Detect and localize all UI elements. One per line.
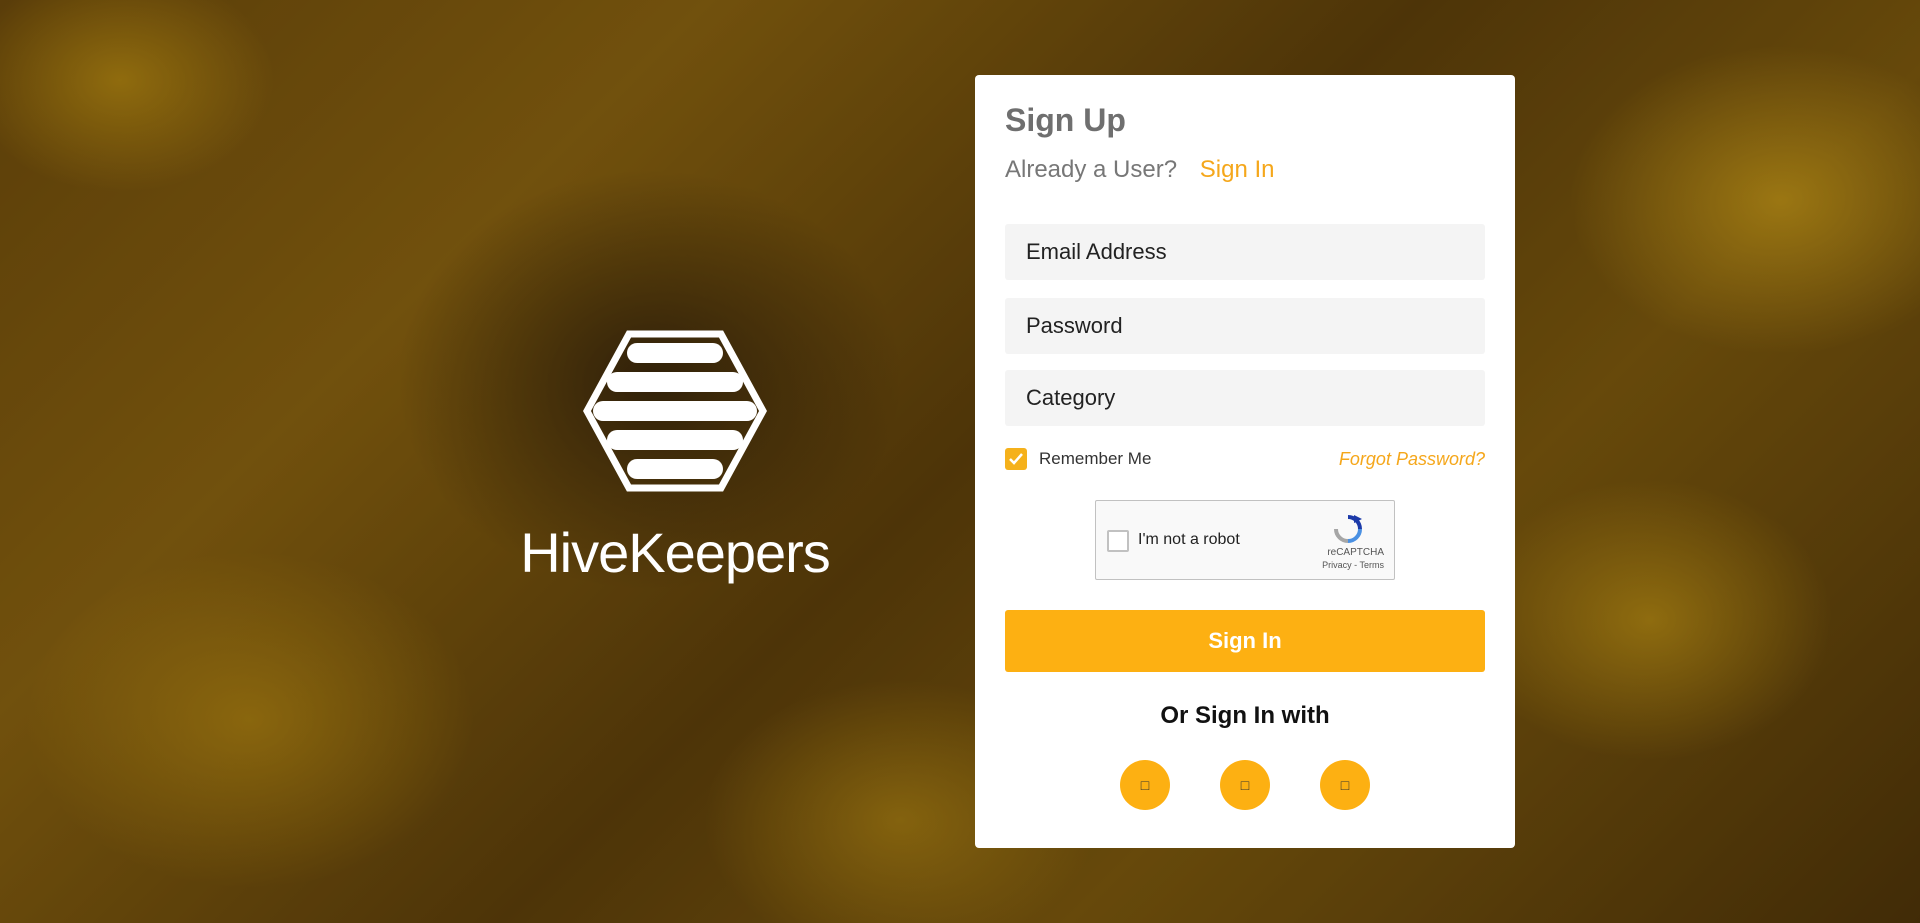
options-row: Remember Me Forgot Password?: [1005, 446, 1485, 472]
remember-label: Remember Me: [1039, 449, 1152, 469]
signup-card: Sign Up Already a User? Sign In Email Ad…: [975, 75, 1515, 848]
email-field[interactable]: Email Address: [1005, 224, 1485, 281]
remember-me[interactable]: Remember Me: [1005, 448, 1152, 471]
category-placeholder: Category: [1026, 385, 1116, 411]
social-icon-1: □: [1140, 777, 1150, 794]
check-icon: [1009, 453, 1023, 466]
social-login-button-1[interactable]: □: [1120, 760, 1170, 811]
remember-checkbox[interactable]: [1005, 448, 1027, 471]
recaptcha-icon: [1318, 513, 1378, 550]
signin-button[interactable]: Sign In: [1005, 610, 1485, 673]
already-user-row: Already a User? Sign In: [1005, 156, 1485, 184]
recaptcha-brand: reCAPTCHA: [1327, 547, 1384, 559]
social-login-button-2[interactable]: □: [1220, 760, 1270, 811]
social-login-button-3[interactable]: □: [1320, 760, 1370, 811]
hexagon-hive-icon: [583, 330, 767, 492]
already-user-text: Already a User?: [1005, 156, 1178, 184]
or-signin-with-text: Or Sign In with: [1160, 702, 1330, 730]
recaptcha-checkbox[interactable]: [1107, 530, 1129, 553]
brand-logo: HiveKeepers: [515, 330, 835, 600]
recaptcha-terms-link[interactable]: Privacy - Terms: [1322, 560, 1384, 570]
background-overlay: [0, 0, 1920, 923]
recaptcha-widget: I'm not a robot reCAPTCHA Privacy - Term…: [1095, 500, 1395, 581]
social-icon-3: □: [1340, 777, 1350, 794]
page-title: Sign Up: [1005, 102, 1126, 138]
password-placeholder: Password: [1026, 313, 1123, 339]
social-login-row: □ □ □: [1005, 760, 1485, 811]
signin-link[interactable]: Sign In: [1200, 156, 1275, 183]
category-select[interactable]: Category: [1005, 370, 1485, 427]
social-icon-2: □: [1240, 777, 1250, 794]
password-field[interactable]: Password: [1005, 298, 1485, 355]
forgot-password-link[interactable]: Forgot Password?: [1339, 449, 1485, 470]
brand-name: HiveKeepers: [520, 521, 831, 584]
email-placeholder: Email Address: [1026, 239, 1167, 265]
recaptcha-label: I'm not a robot: [1138, 531, 1240, 549]
